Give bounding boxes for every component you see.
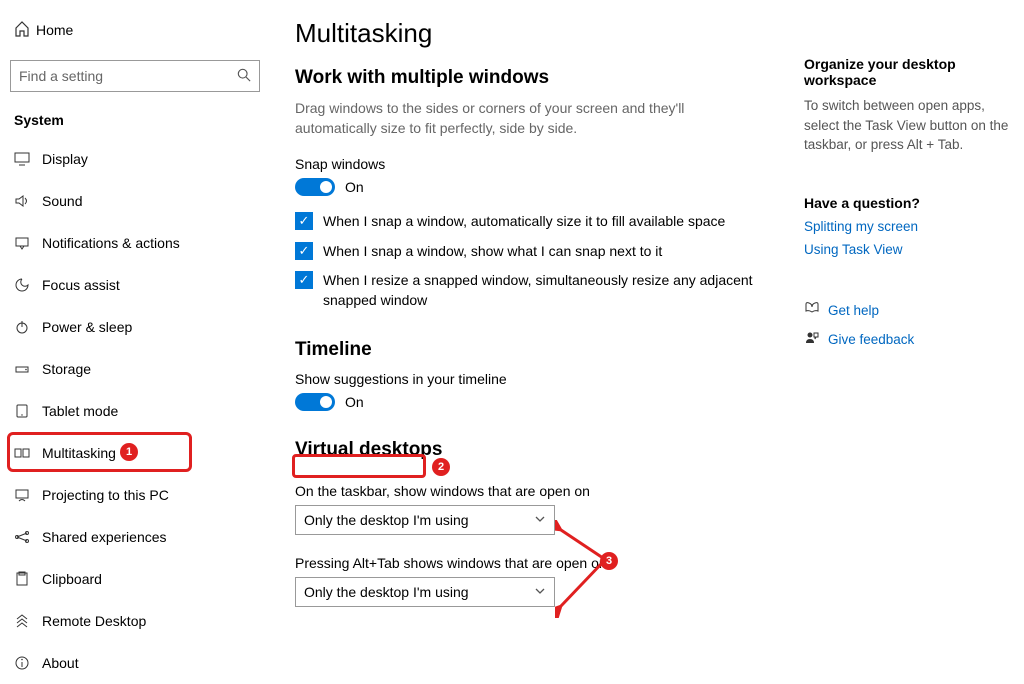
about-icon (14, 655, 38, 671)
sound-icon (14, 193, 38, 209)
sidebar-section: System (0, 98, 270, 138)
nav-label: Clipboard (42, 571, 102, 587)
dropdown-value: Only the desktop I'm using (304, 584, 469, 600)
checkbox-snap-next[interactable]: ✓ (295, 242, 313, 260)
help-icon (804, 301, 828, 320)
get-help-link[interactable]: Get help (804, 301, 1016, 320)
multitasking-icon (14, 445, 38, 461)
snap-toggle[interactable] (295, 178, 335, 196)
dropdown-value: Only the desktop I'm using (304, 512, 469, 528)
section-desc: Drag windows to the sides or corners of … (295, 99, 765, 138)
nav-label: Sound (42, 193, 82, 209)
nav-label: About (42, 655, 79, 671)
aside-panel: Organize your desktop workspace To switc… (804, 56, 1016, 359)
section-heading-timeline: Timeline (295, 339, 765, 361)
aside-heading-question: Have a question? (804, 195, 1016, 211)
vd-dropdown-alttab[interactable]: Only the desktop I'm using (295, 577, 555, 607)
sidebar-item-sound[interactable]: Sound (0, 180, 270, 222)
snap-state: On (345, 179, 364, 195)
checkbox-snap-fill[interactable]: ✓ (295, 212, 313, 230)
chevron-down-icon (534, 512, 546, 528)
display-icon (14, 151, 38, 167)
sidebar-item-clipboard[interactable]: Clipboard (0, 558, 270, 600)
timeline-toggle[interactable] (295, 393, 335, 411)
give-feedback-link[interactable]: Give feedback (804, 330, 1016, 349)
timeline-label: Show suggestions in your timeline (295, 371, 765, 387)
link-splitting[interactable]: Splitting my screen (804, 219, 1016, 234)
storage-icon (14, 361, 38, 377)
home-label: Home (36, 22, 73, 38)
checkbox-label: When I resize a snapped window, simultan… (323, 271, 765, 310)
sidebar-item-multitasking[interactable]: Multitasking (0, 432, 270, 474)
power-icon (14, 319, 38, 335)
clipboard-icon (14, 571, 38, 587)
search-input[interactable]: Find a setting (10, 60, 260, 92)
shared-icon (14, 529, 38, 545)
sidebar-item-tablet[interactable]: Tablet mode (0, 390, 270, 432)
vd-label1: On the taskbar, show windows that are op… (295, 483, 765, 499)
aside-text: To switch between open apps, select the … (804, 96, 1016, 155)
nav-label: Power & sleep (42, 319, 132, 335)
snap-label: Snap windows (295, 156, 765, 172)
timeline-state: On (345, 394, 364, 410)
chevron-down-icon (534, 584, 546, 600)
search-placeholder: Find a setting (19, 68, 103, 84)
sidebar: Home Find a setting System Display Sound… (0, 0, 270, 672)
home-icon (14, 21, 36, 40)
tablet-icon (14, 403, 38, 419)
nav-label: Remote Desktop (42, 613, 146, 629)
checkbox-snap-resize[interactable]: ✓ (295, 271, 313, 289)
aside-heading: Organize your desktop workspace (804, 56, 1016, 88)
page-title: Multitasking (295, 18, 765, 49)
focus-assist-icon (14, 277, 38, 293)
sidebar-item-display[interactable]: Display (0, 138, 270, 180)
search-icon (237, 68, 251, 85)
nav-label: Tablet mode (42, 403, 118, 419)
notifications-icon (14, 235, 38, 251)
nav-label: Multitasking (42, 445, 116, 461)
sidebar-item-power[interactable]: Power & sleep (0, 306, 270, 348)
help-label: Get help (828, 303, 879, 318)
vd-dropdown-taskbar[interactable]: Only the desktop I'm using (295, 505, 555, 535)
sidebar-item-shared[interactable]: Shared experiences (0, 516, 270, 558)
nav-label: Notifications & actions (42, 235, 180, 251)
vd-label2: Pressing Alt+Tab shows windows that are … (295, 555, 765, 571)
sidebar-item-projecting[interactable]: Projecting to this PC (0, 474, 270, 516)
projecting-icon (14, 487, 38, 503)
nav-label: Storage (42, 361, 91, 377)
feedback-icon (804, 330, 828, 349)
section-heading-windows: Work with multiple windows (295, 67, 765, 89)
nav-label: Display (42, 151, 88, 167)
sidebar-item-notifications[interactable]: Notifications & actions (0, 222, 270, 264)
sidebar-item-focus-assist[interactable]: Focus assist (0, 264, 270, 306)
remote-icon (14, 613, 38, 629)
link-taskview[interactable]: Using Task View (804, 242, 1016, 257)
sidebar-item-storage[interactable]: Storage (0, 348, 270, 390)
checkbox-label: When I snap a window, show what I can sn… (323, 242, 662, 262)
feedback-label: Give feedback (828, 332, 914, 347)
sidebar-item-remote[interactable]: Remote Desktop (0, 600, 270, 642)
nav-label: Shared experiences (42, 529, 167, 545)
checkbox-label: When I snap a window, automatically size… (323, 212, 725, 232)
main-content: Multitasking Work with multiple windows … (295, 18, 765, 627)
nav-label: Projecting to this PC (42, 487, 169, 503)
section-heading-virtual-desktops: Virtual desktops (295, 439, 765, 461)
sidebar-home[interactable]: Home (0, 10, 270, 50)
nav-label: Focus assist (42, 277, 120, 293)
sidebar-item-about[interactable]: About (0, 642, 270, 684)
